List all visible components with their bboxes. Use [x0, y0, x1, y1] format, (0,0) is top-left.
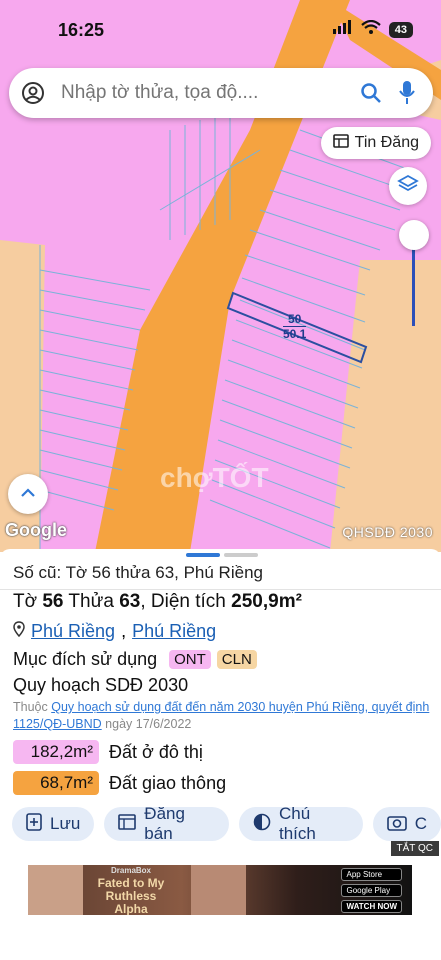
pager-dot-1[interactable]: [186, 553, 220, 557]
save-label: Lưu: [50, 814, 81, 833]
area-value: 250,9m²: [231, 591, 302, 612]
clock: 16:25: [58, 20, 105, 40]
account-icon[interactable]: [19, 79, 47, 107]
purpose-tag-ont[interactable]: ONT: [169, 650, 211, 669]
capture-label: C: [414, 814, 427, 833]
area-label-residential: Đất ở đô thị: [109, 741, 203, 762]
plot-label[interactable]: 50 50.1: [283, 312, 307, 341]
listings-label: Tin Đăng: [354, 134, 419, 151]
listings-button[interactable]: Tin Đăng: [320, 127, 431, 159]
map-view[interactable]: 16:25 43 Tin Đăng: [0, 0, 441, 552]
to-prefix: Tờ: [13, 591, 43, 612]
signal-icon: [332, 20, 353, 39]
area-label-road: Đất giao thông: [109, 772, 227, 793]
area-value-residential: 182,2m²: [13, 740, 99, 764]
opacity-slider-handle[interactable]: [399, 220, 429, 250]
purpose-tag-cln[interactable]: CLN: [216, 650, 257, 669]
add-document-icon: [26, 812, 42, 836]
app-store-badge: App Store: [341, 867, 402, 881]
thua-value: 63: [119, 591, 141, 612]
ref-date: ngày 17/6/2022: [101, 717, 192, 731]
to-value: 56: [42, 591, 64, 612]
plot-number: 50: [283, 312, 307, 327]
post-sale-label: Đăng bán: [144, 804, 185, 843]
save-button[interactable]: Lưu: [12, 807, 95, 841]
layers-icon: [397, 173, 419, 200]
battery-indicator: 43: [388, 21, 413, 38]
close-ad-button[interactable]: TẮT QC: [390, 841, 439, 856]
legend-label: Chú thích: [278, 804, 316, 843]
layer-label: QHSDĐ 2030: [342, 524, 433, 540]
google-logo: Google: [5, 520, 67, 540]
plan-reference: Thuộc Quy hoạch sử dụng đất đến năm 2030…: [13, 699, 431, 733]
search-icon[interactable]: [357, 79, 385, 107]
ad-title: DramaBox Fated to My Ruthless Alpha: [91, 865, 171, 915]
area-prefix: , Diện tích: [140, 591, 232, 612]
thua-prefix: Thửa: [63, 591, 120, 612]
ad-title-text: Fated to My Ruthless Alpha: [97, 876, 165, 916]
area-row-residential: 182,2m² Đất ở đô thị: [13, 740, 203, 764]
old-parcel-info: Số cũ: Tờ 56 thửa 63, Phú Riềng: [13, 563, 263, 582]
watermark: chợTỐT: [160, 462, 269, 493]
plan-reference-link[interactable]: Quy hoạch sử dụng đất đến năm 2030 huyện…: [13, 700, 429, 731]
info-sheet: Số cũ: Tờ 56 thửa 63, Phú Riềng Tờ 56 Th…: [0, 549, 441, 960]
action-bar: Lưu Đăng bán Chú thích C: [12, 804, 441, 843]
location-row: Phú Riềng, Phú Riềng: [13, 621, 216, 642]
listing-icon: [332, 133, 349, 153]
purpose-label: Mục đích sử dụng: [13, 649, 158, 669]
search-input[interactable]: [59, 81, 357, 105]
ad-badges: App Store Google Play WATCH NOW: [341, 867, 402, 913]
pager-dot-2[interactable]: [224, 553, 258, 557]
ad-cta[interactable]: WATCH NOW: [341, 899, 402, 913]
camera-icon: [386, 813, 407, 836]
ref-prefix: Thuộc: [13, 700, 52, 714]
area-value-road: 68,7m²: [13, 771, 99, 795]
microphone-icon[interactable]: [393, 79, 421, 107]
location-link-2[interactable]: Phú Riềng: [132, 621, 216, 642]
listing-icon: [118, 813, 137, 835]
search-bar[interactable]: [9, 68, 433, 118]
ad-image: [28, 865, 83, 915]
chevron-up-icon: [20, 485, 36, 503]
layers-button[interactable]: [389, 167, 427, 205]
legend-button[interactable]: Chú thích: [238, 804, 363, 843]
google-play-badge: Google Play: [341, 883, 402, 897]
expand-sheet-button[interactable]: [8, 474, 48, 514]
plan-label: Quy hoạch SDĐ 2030: [13, 675, 189, 695]
area-row-road: 68,7m² Đất giao thông: [13, 771, 226, 795]
location-pin-icon: [13, 621, 25, 642]
contrast-icon: [253, 813, 271, 836]
post-sale-button[interactable]: Đăng bán: [104, 804, 229, 843]
location-separator: ,: [121, 621, 127, 641]
ad-banner[interactable]: DramaBox Fated to My Ruthless Alpha App …: [28, 865, 412, 915]
location-link-1[interactable]: Phú Riềng: [31, 621, 115, 642]
ad-image-2: [191, 865, 246, 915]
parcel-title: Tờ 56 Thửa 63, Diện tích 250,9m²: [13, 591, 302, 613]
plot-area-label: 50.1: [283, 327, 307, 341]
status-bar: 16:25 43: [0, 0, 441, 60]
sheet-pager[interactable]: [186, 553, 258, 557]
wifi-icon: [361, 19, 381, 39]
purpose-row: Mục đích sử dụng ONT CLN: [13, 649, 257, 670]
divider: [0, 589, 441, 590]
capture-button[interactable]: C: [372, 807, 441, 841]
